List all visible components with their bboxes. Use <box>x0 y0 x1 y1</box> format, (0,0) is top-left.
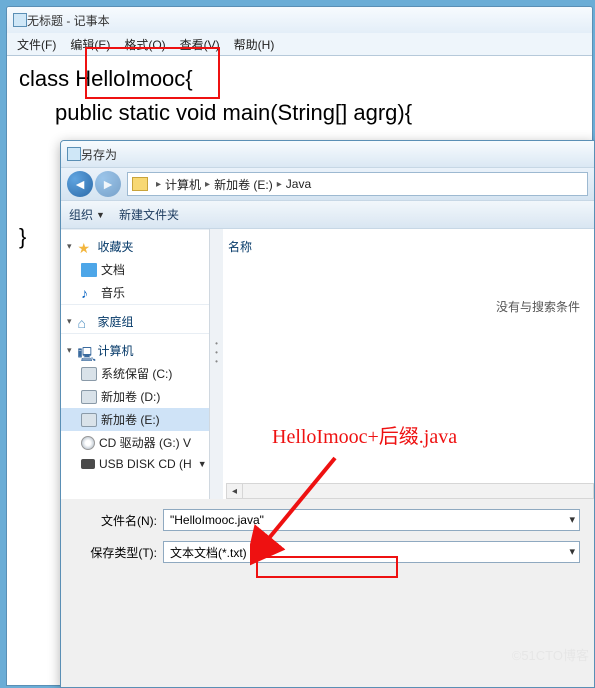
annotation-box-filename <box>256 556 398 578</box>
watermark: ©51CTO博客 <box>512 645 589 664</box>
tree-drive-d[interactable]: 新加卷 (D:) <box>101 388 160 405</box>
chevron-down-icon[interactable]: ▾ <box>67 345 72 356</box>
menu-file[interactable]: 文件(F) <box>11 35 62 54</box>
folder-icon <box>132 177 148 191</box>
star-icon: ★ <box>78 240 94 254</box>
chevron-down-icon[interactable]: ▾ <box>67 241 72 252</box>
horizontal-scrollbar[interactable]: ◂ <box>226 483 594 499</box>
drive-icon <box>81 413 97 427</box>
saveas-icon <box>67 147 81 161</box>
chevron-right-icon: ▸ <box>205 179 210 190</box>
splitter-handle[interactable]: ••• <box>209 229 223 499</box>
empty-message: 没有与搜索条件 <box>226 258 584 315</box>
annotation-box-classname <box>85 47 220 99</box>
code-brace-close: } <box>19 224 26 249</box>
menu-help[interactable]: 帮助(H) <box>228 35 281 54</box>
tree-drive-e[interactable]: 新加卷 (E:) <box>101 411 160 428</box>
saveas-toolbar: 组织 ▼ 新建文件夹 <box>61 201 594 229</box>
savetype-value: 文本文档(*.txt) <box>170 544 247 561</box>
newfolder-button[interactable]: 新建文件夹 <box>119 206 179 223</box>
code-kw-class: class <box>19 66 75 91</box>
tree-computer[interactable]: 计算机 <box>98 342 134 359</box>
nav-tree[interactable]: ▾ ★ 收藏夹 文档 ♪ 音乐 ▾ ⌂ 家庭组 ▾ 🖳 计算机 系统保留 (C:) 新加卷 (… <box>61 229 216 499</box>
nav-forward-button[interactable]: ► <box>95 171 121 197</box>
saveas-title-text: 另存为 <box>81 146 117 163</box>
notepad-title-text: 无标题 - 记事本 <box>27 12 110 29</box>
filename-input[interactable]: "HelloImooc.java" <box>163 509 580 531</box>
organize-button[interactable]: 组织 ▼ <box>69 206 105 223</box>
homegroup-icon: ⌂ <box>78 315 94 329</box>
breadcrumb-computer[interactable]: 计算机 <box>165 176 201 193</box>
chevron-right-icon: ▸ <box>277 179 282 190</box>
chevron-down-icon[interactable]: ▼ <box>198 459 207 469</box>
computer-icon: 🖳 <box>78 344 94 358</box>
saveas-navbar: ◄ ► ▸ 计算机 ▸ 新加卷 (E:) ▸ Java <box>61 167 594 201</box>
saveas-main: ▾ ★ 收藏夹 文档 ♪ 音乐 ▾ ⌂ 家庭组 ▾ 🖳 计算机 系统保留 (C:) 新加卷 (… <box>61 229 594 499</box>
tree-usb-drive[interactable]: USB DISK CD (H <box>99 457 192 471</box>
filename-value: "HelloImooc.java" <box>170 513 264 527</box>
tree-homegroup[interactable]: 家庭组 <box>98 313 134 330</box>
savetype-label: 保存类型(T): <box>75 544 157 561</box>
drive-icon <box>81 367 97 381</box>
usb-icon <box>81 459 95 469</box>
tree-favorites[interactable]: 收藏夹 <box>98 238 134 255</box>
saveas-titlebar[interactable]: 另存为 <box>61 141 594 167</box>
column-name-header[interactable]: 名称 <box>226 235 584 258</box>
tree-cd-drive[interactable]: CD 驱动器 (G:) V <box>99 434 191 451</box>
breadcrumb[interactable]: ▸ 计算机 ▸ 新加卷 (E:) ▸ Java <box>127 172 588 196</box>
breadcrumb-folder[interactable]: Java <box>286 177 311 191</box>
notepad-icon <box>13 13 27 27</box>
scroll-left-icon[interactable]: ◂ <box>227 484 243 498</box>
nav-back-button[interactable]: ◄ <box>67 171 93 197</box>
cd-icon <box>81 436 95 450</box>
chevron-down-icon: ▼ <box>96 210 105 220</box>
chevron-right-icon: ▸ <box>156 179 161 190</box>
drive-icon <box>81 390 97 404</box>
code-main: public static void main(String[] agrg){ <box>55 100 412 125</box>
chevron-down-icon[interactable]: ▾ <box>67 316 72 327</box>
notepad-titlebar[interactable]: 无标题 - 记事本 <box>7 7 592 33</box>
saveas-dialog: 另存为 ◄ ► ▸ 计算机 ▸ 新加卷 (E:) ▸ Java 组织 ▼ 新建文… <box>60 140 595 688</box>
music-icon: ♪ <box>81 286 97 300</box>
file-list[interactable]: ••• 名称 没有与搜索条件 ◂ <box>216 229 594 499</box>
filename-label: 文件名(N): <box>75 512 157 529</box>
breadcrumb-drive[interactable]: 新加卷 (E:) <box>214 176 273 193</box>
annotation-text: HelloImooc+后缀.java <box>272 420 457 449</box>
tree-documents[interactable]: 文档 <box>101 261 125 278</box>
tree-music[interactable]: 音乐 <box>101 284 125 301</box>
tree-drive-c[interactable]: 系统保留 (C:) <box>101 365 172 382</box>
document-icon <box>81 263 97 277</box>
